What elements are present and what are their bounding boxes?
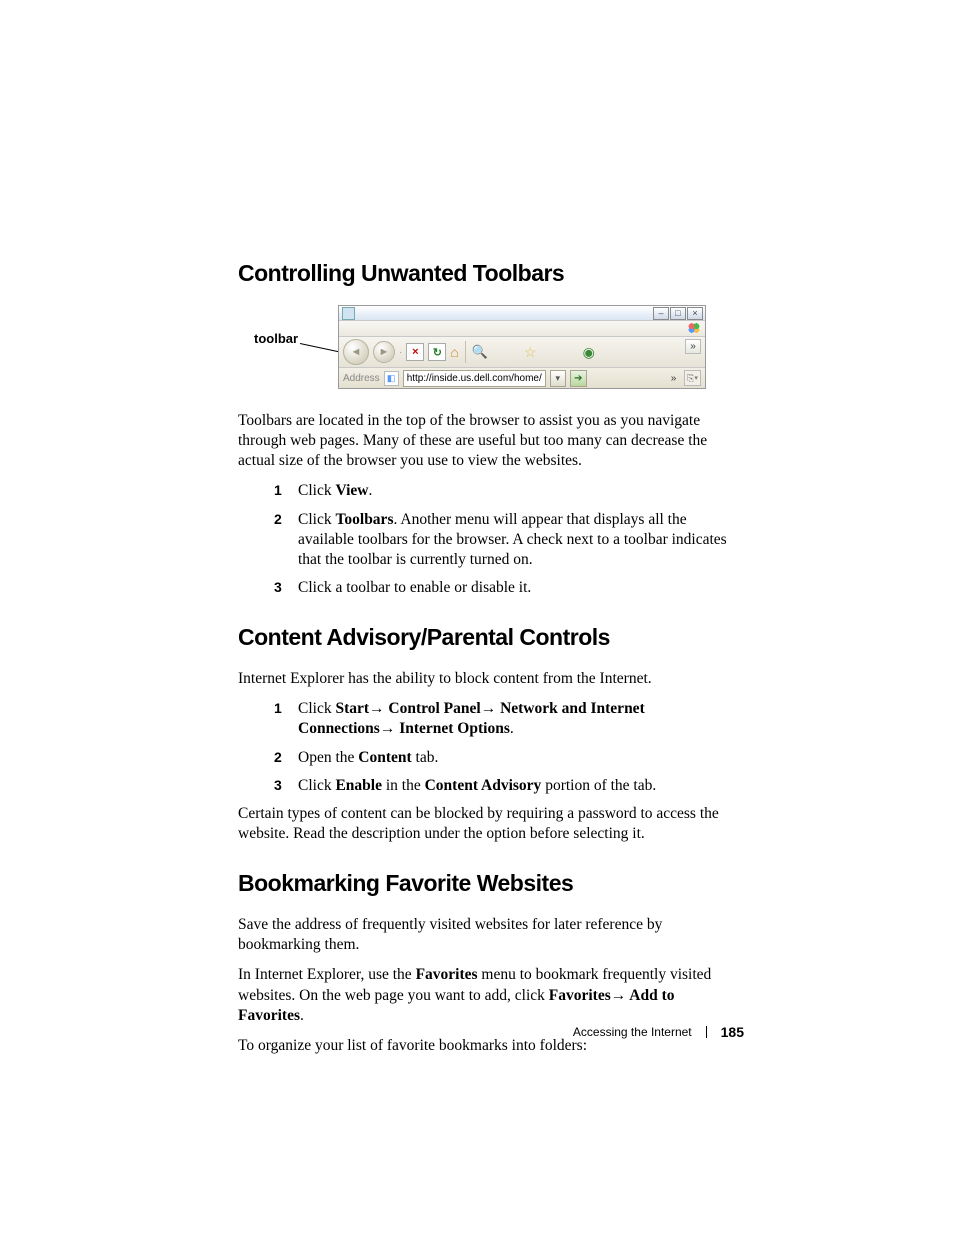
search-icon[interactable]: 🔍 bbox=[472, 344, 488, 360]
separator: · bbox=[399, 347, 402, 358]
close-button[interactable]: × bbox=[687, 307, 703, 320]
para-bold: Favorites bbox=[416, 966, 478, 983]
step-bold: Start→ Control Panel→ Network and Intern… bbox=[298, 700, 645, 737]
toolbar-overflow-icon[interactable]: » bbox=[685, 339, 701, 354]
heading-bookmarking: Bookmarking Favorite Websites bbox=[238, 870, 744, 897]
address-bar: Address ◧ http://inside.us.dell.com/home… bbox=[339, 368, 705, 388]
para-text: In Internet Explorer, use the bbox=[238, 966, 416, 983]
section3-paragraph-1: Save the address of frequently visited w… bbox=[238, 915, 744, 955]
step-text: Click bbox=[298, 777, 335, 794]
address-overflow-icon[interactable]: » bbox=[667, 373, 680, 384]
links-icon[interactable]: ⎘▾ bbox=[684, 370, 701, 386]
step-text: portion of the tab. bbox=[541, 777, 656, 794]
step-text: Click bbox=[298, 482, 335, 499]
navigation-toolbar: ◄ ► · × ↻ ⌂ 🔍 ☆ ◉ » bbox=[339, 337, 705, 368]
section2-paragraph-2: Certain types of content can be blocked … bbox=[238, 804, 744, 844]
step-item: Click Toolbars. Another menu will appear… bbox=[238, 510, 744, 570]
maximize-button[interactable]: □ bbox=[670, 307, 686, 320]
heading-content-advisory: Content Advisory/Parental Controls bbox=[238, 624, 744, 651]
go-button[interactable]: ➔ bbox=[570, 370, 587, 387]
document-page: Controlling Unwanted Toolbars toolbar – … bbox=[0, 0, 954, 1235]
browser-toolbar-figure: toolbar – □ × ◄ ► · × ↻ ⌂ bbox=[238, 305, 744, 401]
section1-paragraph: Toolbars are located in the top of the b… bbox=[238, 411, 744, 471]
step-text: Open the bbox=[298, 749, 358, 766]
toolbar-separator bbox=[465, 341, 466, 363]
minimize-button[interactable]: – bbox=[653, 307, 669, 320]
step-text: Click bbox=[298, 700, 335, 717]
step-text: . bbox=[510, 720, 514, 737]
address-dropdown-icon[interactable]: ▾ bbox=[550, 370, 566, 387]
para-text: . bbox=[300, 1007, 304, 1024]
windows-flag-icon bbox=[686, 322, 702, 334]
step-bold: Toolbars bbox=[335, 511, 393, 528]
section2-paragraph-1: Internet Explorer has the ability to blo… bbox=[238, 669, 744, 689]
ie-window: – □ × ◄ ► · × ↻ ⌂ 🔍 ☆ ◉ » bbox=[338, 305, 706, 389]
step-item: Click View. bbox=[238, 481, 744, 501]
step-text: . bbox=[368, 482, 372, 499]
favorites-icon[interactable]: ☆ bbox=[524, 344, 537, 361]
step-text: Click bbox=[298, 511, 335, 528]
footer-separator bbox=[706, 1026, 707, 1038]
step-item: Click Start→ Control Panel→ Network and … bbox=[238, 699, 744, 739]
step-bold: Content bbox=[358, 749, 411, 766]
footer-title: Accessing the Internet bbox=[573, 1025, 692, 1039]
window-buttons: – □ × bbox=[653, 307, 703, 320]
page-footer: Accessing the Internet 185 bbox=[573, 1024, 744, 1040]
step-item: Click Enable in the Content Advisory por… bbox=[238, 776, 744, 796]
callout-toolbar-label: toolbar bbox=[254, 331, 298, 346]
section2-steps: Click Start→ Control Panel→ Network and … bbox=[238, 699, 744, 796]
forward-button[interactable]: ► bbox=[373, 341, 395, 363]
address-input[interactable]: http://inside.us.dell.com/home/ bbox=[403, 370, 546, 387]
history-icon[interactable]: ◉ bbox=[583, 344, 595, 361]
home-icon[interactable]: ⌂ bbox=[450, 344, 458, 360]
step-bold: View bbox=[335, 482, 368, 499]
ie-app-icon bbox=[342, 307, 355, 320]
step-item: Open the Content tab. bbox=[238, 748, 744, 768]
step-text: tab. bbox=[412, 749, 439, 766]
page-number: 185 bbox=[721, 1024, 744, 1040]
menubar bbox=[339, 321, 705, 337]
step-bold: Content Advisory bbox=[425, 777, 542, 794]
refresh-button[interactable]: ↻ bbox=[428, 343, 446, 361]
section1-steps: Click View. Click Toolbars. Another menu… bbox=[238, 481, 744, 598]
step-item: Click a toolbar to enable or disable it. bbox=[238, 578, 744, 598]
step-bold: Enable bbox=[335, 777, 382, 794]
page-icon: ◧ bbox=[384, 371, 399, 386]
section3-paragraph-2: In Internet Explorer, use the Favorites … bbox=[238, 965, 744, 1025]
address-label: Address bbox=[343, 373, 380, 384]
step-text: in the bbox=[382, 777, 425, 794]
heading-controlling-toolbars: Controlling Unwanted Toolbars bbox=[238, 260, 744, 287]
titlebar: – □ × bbox=[339, 306, 705, 321]
back-button[interactable]: ◄ bbox=[343, 339, 369, 365]
callout-leader-line bbox=[300, 343, 341, 353]
stop-button[interactable]: × bbox=[406, 343, 424, 361]
